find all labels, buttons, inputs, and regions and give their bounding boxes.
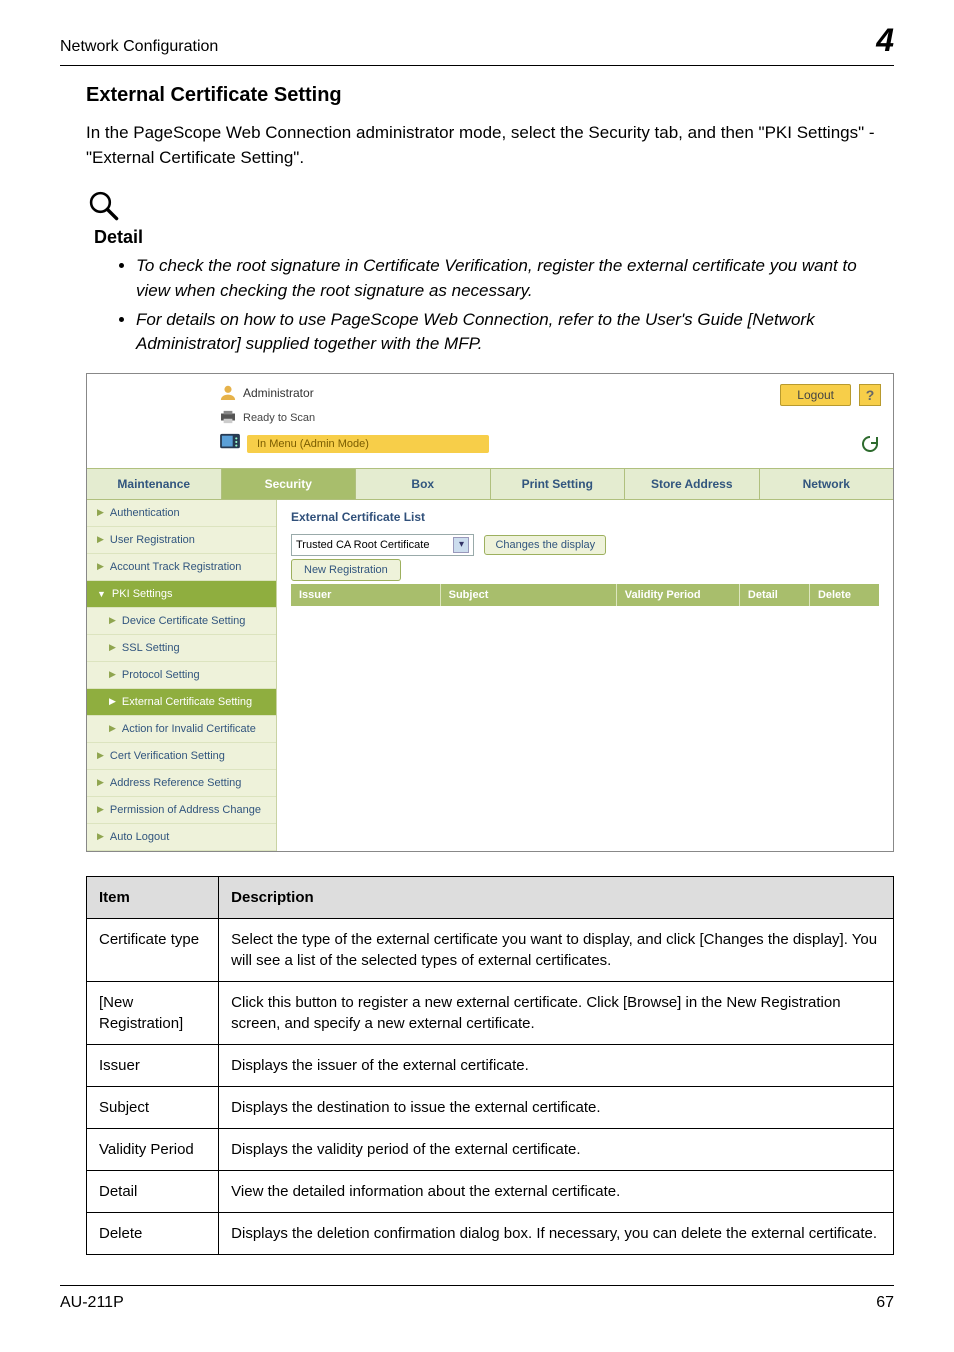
user-icon [219, 384, 237, 403]
detail-block: Detail To check the root signature in Ce… [86, 188, 894, 357]
col-validity: Validity Period [617, 584, 740, 606]
ss-tabs: Maintenance Security Box Print Setting S… [87, 468, 893, 499]
tab-box[interactable]: Box [356, 468, 491, 499]
tab-network[interactable]: Network [760, 468, 894, 499]
ss-body: ▶Authentication ▶User Registration ▶Acco… [87, 499, 893, 851]
table-row: Validity PeriodDisplays the validity per… [87, 1128, 894, 1170]
ss-status-row: Ready to Scan [87, 410, 893, 433]
table-row: SubjectDisplays the destination to issue… [87, 1086, 894, 1128]
detail-item: For details on how to use PageScope Web … [136, 308, 894, 357]
table-header-row: Item Description [87, 876, 894, 918]
printer-icon [219, 410, 243, 427]
main-title: External Certificate List [291, 510, 879, 524]
administrator-label: Administrator [219, 384, 314, 403]
logout-button[interactable]: Logout [780, 384, 851, 406]
sidebar-item-auto-logout[interactable]: ▶Auto Logout [87, 824, 276, 851]
section-heading: External Certificate Setting [86, 84, 894, 107]
sidebar-item-invalid-cert[interactable]: ▶Action for Invalid Certificate [87, 716, 276, 743]
running-head-left: Network Configuration [60, 38, 218, 56]
ss-main: External Certificate List Trusted CA Roo… [277, 500, 893, 851]
tab-security[interactable]: Security [222, 468, 357, 499]
help-button[interactable]: ? [859, 384, 881, 406]
detail-item: To check the root signature in Certifica… [136, 254, 894, 303]
footer-left: AU-211P [60, 1294, 124, 1312]
table-row: DeleteDisplays the deletion confirmation… [87, 1212, 894, 1254]
tab-print[interactable]: Print Setting [491, 468, 626, 499]
page-header: Network Configuration 4 [60, 0, 894, 66]
col-subject: Subject [441, 584, 617, 606]
th-item: Item [87, 876, 219, 918]
th-description: Description [219, 876, 894, 918]
sidebar-item-address-ref[interactable]: ▶Address Reference Setting [87, 770, 276, 797]
main-controls: Trusted CA Root Certificate ▾ Changes th… [291, 534, 879, 556]
refresh-button[interactable] [859, 433, 881, 455]
cert-table-header: Issuer Subject Validity Period Detail De… [291, 584, 879, 606]
table-row: IssuerDisplays the issuer of the externa… [87, 1044, 894, 1086]
embedded-screenshot: Administrator Logout ? Ready to Scan In … [86, 373, 894, 852]
table-row: Certificate typeSelect the type of the e… [87, 918, 894, 981]
chevron-down-icon: ▾ [453, 537, 469, 553]
table-row: DetailView the detailed information abou… [87, 1170, 894, 1212]
sidebar-item-authentication[interactable]: ▶Authentication [87, 500, 276, 527]
table-row: [New Registration]Click this button to r… [87, 981, 894, 1044]
panel-icon [219, 433, 247, 456]
description-table: Item Description Certificate typeSelect … [86, 876, 894, 1255]
col-detail: Detail [740, 584, 810, 606]
sidebar-item-permission-address[interactable]: ▶Permission of Address Change [87, 797, 276, 824]
page-footer: AU-211P 67 [60, 1285, 894, 1312]
running-head-number: 4 [876, 22, 894, 59]
sidebar-item-ssl[interactable]: ▶SSL Setting [87, 635, 276, 662]
sidebar-item-user-registration[interactable]: ▶User Registration [87, 527, 276, 554]
new-registration-button[interactable]: New Registration [291, 559, 401, 581]
sidebar-item-cert-verification[interactable]: ▶Cert Verification Setting [87, 743, 276, 770]
detail-list: To check the root signature in Certifica… [136, 254, 894, 357]
sidebar-item-pki-settings[interactable]: ▼PKI Settings [87, 581, 276, 608]
sidebar-item-protocol[interactable]: ▶Protocol Setting [87, 662, 276, 689]
magnifier-icon [86, 209, 120, 226]
ss-menu-row: In Menu (Admin Mode) [87, 433, 893, 466]
detail-label: Detail [94, 227, 894, 248]
tab-store[interactable]: Store Address [625, 468, 760, 499]
sidebar-item-external-cert[interactable]: ▶External Certificate Setting [87, 689, 276, 716]
tab-maintenance[interactable]: Maintenance [87, 468, 222, 499]
changes-display-button[interactable]: Changes the display [484, 535, 606, 555]
ss-sidebar: ▶Authentication ▶User Registration ▶Acco… [87, 500, 277, 851]
footer-page-number: 67 [876, 1294, 894, 1312]
ss-topbar: Administrator Logout ? [87, 374, 893, 410]
sidebar-item-account-track[interactable]: ▶Account Track Registration [87, 554, 276, 581]
col-issuer: Issuer [291, 584, 441, 606]
col-delete: Delete [810, 584, 879, 606]
menu-mode-label: In Menu (Admin Mode) [247, 435, 489, 453]
certificate-type-select[interactable]: Trusted CA Root Certificate ▾ [291, 534, 474, 556]
intro-paragraph: In the PageScope Web Connection administ… [86, 121, 894, 170]
sidebar-item-device-cert[interactable]: ▶Device Certificate Setting [87, 608, 276, 635]
